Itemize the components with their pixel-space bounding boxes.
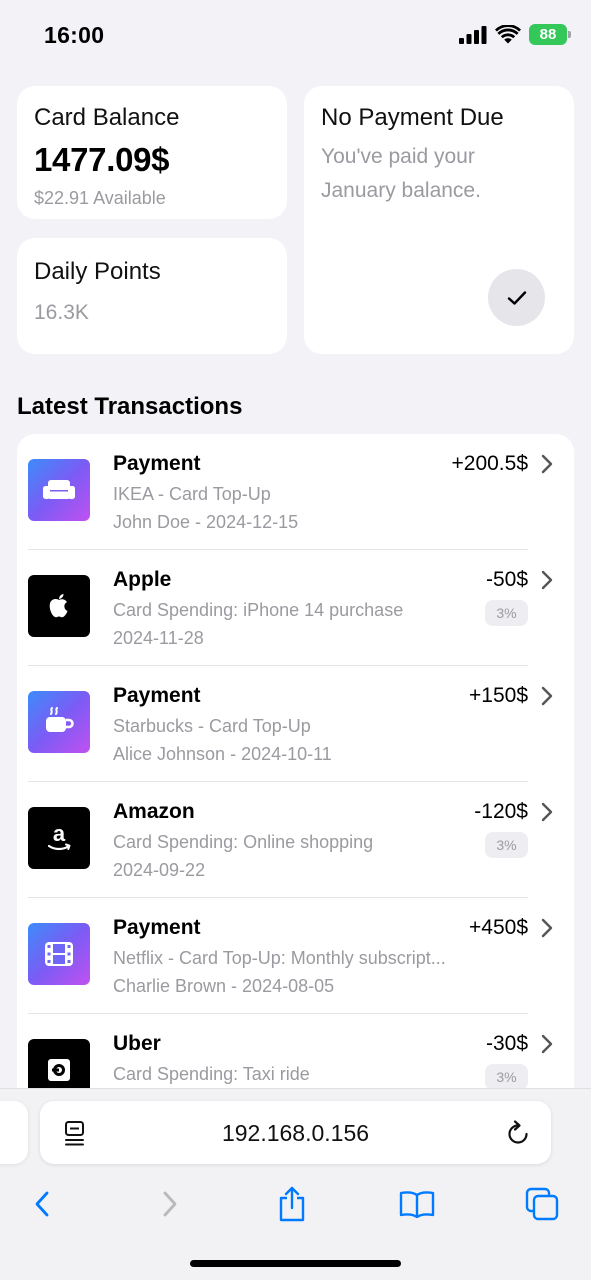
browser-toolbar: 192.168.0.156 xyxy=(0,1088,591,1280)
transaction-meta: 2024-09-22 xyxy=(113,860,206,880)
transaction-meta: Alice Johnson - 2024-10-11 xyxy=(113,744,332,764)
available-amount: $22.91 Available xyxy=(34,188,166,208)
transaction-row[interactable]: Apple Card Spending: iPhone 14 purchase … xyxy=(17,550,574,666)
screen: 16:00 88 Card Balance 1477.09$ $22.91 Av… xyxy=(0,0,591,1280)
battery-level: 88 xyxy=(539,26,557,43)
transaction-description: Netflix - Card Top-Up: Monthly subscript… xyxy=(113,948,446,968)
cashback-badge: 3% xyxy=(485,600,528,626)
transaction-icon xyxy=(28,691,90,753)
transaction-amount: +150$ xyxy=(469,684,528,707)
checkmark-icon xyxy=(507,290,526,305)
transaction-title: Payment xyxy=(113,452,201,475)
transaction-meta: 2024-11-28 xyxy=(113,628,204,648)
back-button[interactable] xyxy=(22,1184,62,1224)
transaction-amount: +200.5$ xyxy=(451,452,529,475)
transaction-amount: -120$ xyxy=(474,800,528,823)
chevron-right-icon xyxy=(163,1191,177,1217)
transaction-title: Amazon xyxy=(113,800,195,823)
forward-button[interactable] xyxy=(150,1184,190,1224)
transaction-title: Apple xyxy=(113,568,172,591)
transaction-description: Starbucks - Card Top-Up xyxy=(113,716,311,736)
chevron-right-icon xyxy=(541,454,553,474)
reload-icon[interactable] xyxy=(505,1119,531,1146)
transaction-amount: -50$ xyxy=(485,568,528,591)
transaction-amount: -30$ xyxy=(485,1032,528,1055)
transaction-row[interactable]: Payment Netflix - Card Top-Up: Monthly s… xyxy=(17,898,574,1014)
card-balance-title: Card Balance xyxy=(34,104,180,131)
url-text: 192.168.0.156 xyxy=(221,1120,370,1146)
transaction-meta: Charlie Brown - 2024-08-05 xyxy=(113,976,335,996)
chevron-right-icon xyxy=(541,570,553,590)
transaction-title: Payment xyxy=(113,916,201,939)
wifi-icon xyxy=(495,25,521,44)
sofa-icon xyxy=(43,480,75,499)
previous-tab-peek[interactable] xyxy=(0,1101,28,1164)
tabs-icon xyxy=(525,1187,559,1221)
cashback-badge: 3% xyxy=(485,1064,528,1090)
checkmark-button[interactable] xyxy=(488,269,545,326)
amazon-logo-icon: a xyxy=(47,822,71,851)
transaction-amount: +450$ xyxy=(469,916,528,939)
latest-transactions-heading: Latest Transactions xyxy=(17,393,243,420)
share-icon xyxy=(279,1186,305,1222)
chevron-left-icon xyxy=(35,1191,49,1217)
transaction-icon xyxy=(28,459,90,521)
apple-logo-icon xyxy=(49,594,68,618)
transaction-title: Uber xyxy=(113,1032,161,1055)
transaction-description: Card Spending: Online shopping xyxy=(113,832,374,852)
bookmarks-button[interactable] xyxy=(397,1184,437,1224)
daily-points-title: Daily Points xyxy=(34,258,161,285)
chevron-right-icon xyxy=(541,802,553,822)
daily-points-card[interactable]: Daily Points 16.3K xyxy=(17,238,287,354)
transaction-title: Payment xyxy=(113,684,201,707)
transaction-row[interactable]: a Amazon Card Spending: Online shopping … xyxy=(17,782,574,898)
transaction-description: IKEA - Card Top-Up xyxy=(113,484,271,504)
address-bar[interactable]: 192.168.0.156 xyxy=(40,1101,551,1164)
tabs-button[interactable] xyxy=(522,1184,562,1224)
status-bar: 16:00 88 xyxy=(0,0,591,70)
transactions-list: Payment IKEA - Card Top-Up John Doe - 20… xyxy=(17,434,574,1114)
chevron-right-icon xyxy=(541,1034,553,1054)
uber-logo-icon xyxy=(48,1059,70,1081)
chevron-right-icon xyxy=(541,918,553,938)
book-icon xyxy=(399,1191,435,1218)
transaction-icon: a xyxy=(28,807,90,869)
transaction-row[interactable]: Payment Starbucks - Card Top-Up Alice Jo… xyxy=(17,666,574,782)
battery-icon: 88 xyxy=(529,24,571,45)
daily-points-value: 16.3K xyxy=(34,301,89,324)
card-balance-card[interactable]: Card Balance 1477.09$ $22.91 Available xyxy=(17,86,287,219)
cellular-signal-icon xyxy=(459,25,487,44)
coffee-cup-icon xyxy=(46,707,74,732)
home-indicator[interactable] xyxy=(190,1260,401,1267)
transaction-meta: John Doe - 2024-12-15 xyxy=(113,512,299,532)
film-icon xyxy=(45,942,73,966)
chevron-right-icon xyxy=(541,686,553,706)
payment-status-description: You've paid your January balance. xyxy=(321,145,481,202)
share-button[interactable] xyxy=(272,1184,312,1224)
payment-status-title: No Payment Due xyxy=(321,104,504,131)
status-icons: 88 xyxy=(459,24,571,45)
transaction-description: Card Spending: Taxi ride xyxy=(113,1064,310,1084)
transaction-row[interactable]: Payment IKEA - Card Top-Up John Doe - 20… xyxy=(17,434,574,550)
svg-text:a: a xyxy=(53,822,66,846)
transaction-icon xyxy=(28,575,90,637)
transaction-icon xyxy=(28,923,90,985)
payment-status-card[interactable]: No Payment Due You've paid your January … xyxy=(304,86,574,354)
cashback-badge: 3% xyxy=(485,832,528,858)
status-time: 16:00 xyxy=(44,22,105,48)
card-balance-amount: 1477.09$ xyxy=(34,141,170,178)
transaction-description: Card Spending: iPhone 14 purchase xyxy=(113,600,404,620)
